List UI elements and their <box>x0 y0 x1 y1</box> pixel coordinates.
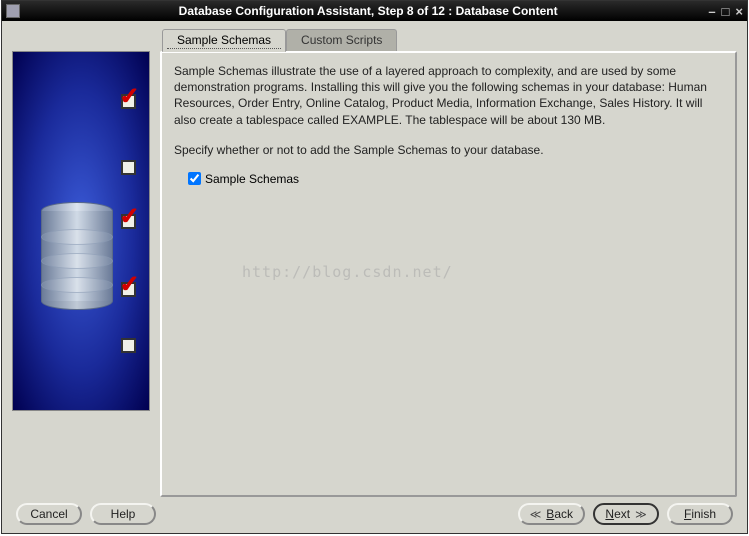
title-bar: Database Configuration Assistant, Step 8… <box>2 1 747 21</box>
window-title: Database Configuration Assistant, Step 8… <box>28 4 708 18</box>
tab-label: Sample Schemas <box>177 33 271 47</box>
chevron-right-icon: ≫ <box>635 508 647 521</box>
button-bar: Cancel Help ≪ Back Next ≫ Finish <box>12 497 737 527</box>
wizard-graphic: ✓ ✓ ✓ <box>12 51 150 411</box>
sample-schemas-label: Sample Schemas <box>205 172 299 186</box>
cancel-button[interactable]: Cancel <box>16 503 82 525</box>
tab-row: Sample Schemas Custom Scripts <box>162 29 737 51</box>
next-button[interactable]: Next ≫ <box>593 503 659 525</box>
tab-sample-schemas[interactable]: Sample Schemas <box>162 29 286 52</box>
chevron-left-icon: ≪ <box>530 508 542 521</box>
tab-content: Sample Schemas illustrate the use of a l… <box>160 51 737 497</box>
help-button[interactable]: Help <box>90 503 156 525</box>
app-icon <box>6 4 20 18</box>
watermark-text: http://blog.csdn.net/ <box>242 263 453 281</box>
button-label: Cancel <box>30 507 67 521</box>
button-label: Finish <box>684 507 716 521</box>
description-text: Sample Schemas illustrate the use of a l… <box>174 63 723 128</box>
tab-label: Custom Scripts <box>301 33 382 47</box>
instruction-text: Specify whether or not to add the Sample… <box>174 142 723 158</box>
back-button[interactable]: ≪ Back <box>518 503 585 525</box>
close-button[interactable]: × <box>735 4 743 19</box>
button-label: Back <box>546 507 573 521</box>
finish-button[interactable]: Finish <box>667 503 733 525</box>
button-label: Next <box>605 507 630 521</box>
tab-custom-scripts[interactable]: Custom Scripts <box>286 29 397 51</box>
maximize-button[interactable]: □ <box>722 4 730 19</box>
minimize-button[interactable]: – <box>708 4 715 19</box>
button-label: Help <box>111 507 136 521</box>
sample-schemas-checkbox[interactable] <box>188 172 201 185</box>
